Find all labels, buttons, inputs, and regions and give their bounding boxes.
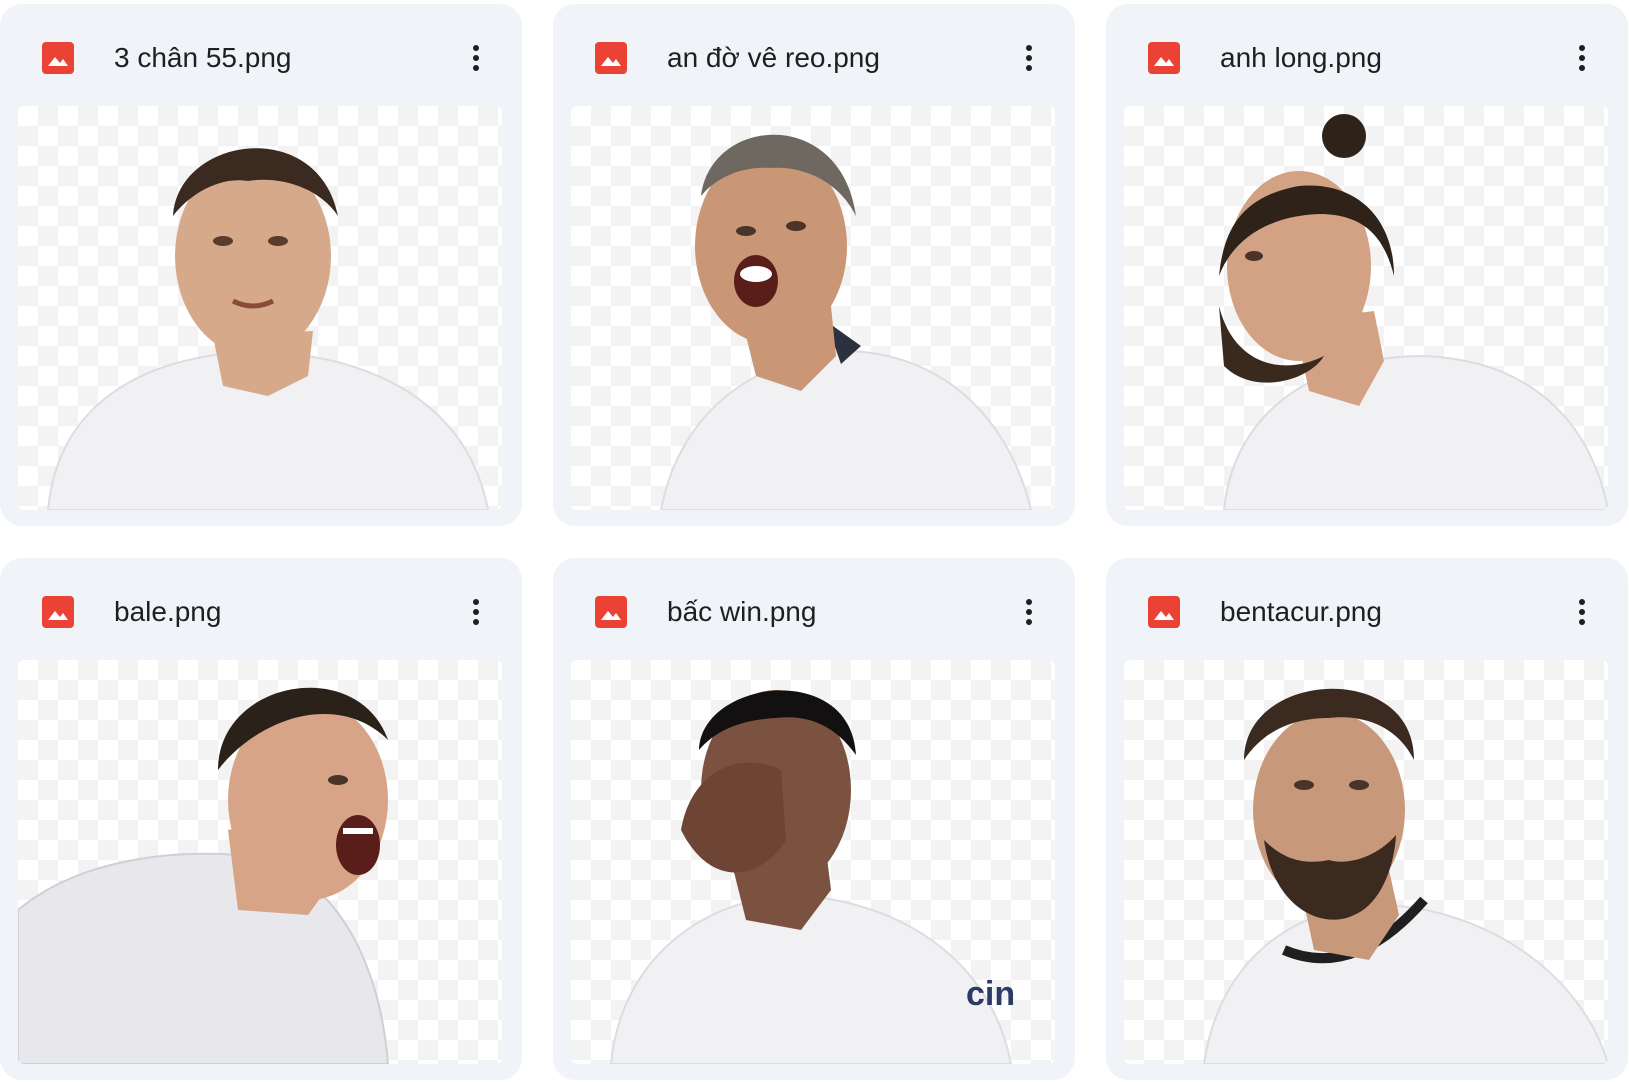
image-thumbnail[interactable] <box>1124 660 1608 1064</box>
file-card-header: bentacur.png <box>1106 558 1628 660</box>
image-file-icon <box>595 596 627 628</box>
image-thumbnail[interactable] <box>18 660 502 1064</box>
image-file-icon <box>1148 42 1180 74</box>
image-file-icon <box>595 42 627 74</box>
svg-text:cin: cin <box>966 975 1015 1013</box>
more-options-button[interactable] <box>1562 34 1602 82</box>
file-name: 3 chân 55.png <box>114 42 292 73</box>
file-card-header: 3 chân 55.png <box>0 4 522 106</box>
player-portrait <box>1219 114 1608 510</box>
player-portrait <box>46 148 490 510</box>
more-vert-icon <box>1579 45 1585 71</box>
more-options-button[interactable] <box>1562 588 1602 636</box>
more-options-button[interactable] <box>1009 34 1049 82</box>
file-name: bấc win.png <box>667 596 817 627</box>
image-file-icon <box>42 596 74 628</box>
file-name: bentacur.png <box>1220 596 1382 627</box>
file-card[interactable]: an đờ vê reo.png <box>553 4 1075 526</box>
file-card[interactable]: anh long.png <box>1106 4 1628 526</box>
image-thumbnail[interactable] <box>571 106 1055 510</box>
player-portrait <box>18 687 390 1064</box>
image-thumbnail[interactable] <box>1124 106 1608 510</box>
image-thumbnail[interactable] <box>18 106 502 510</box>
more-vert-icon <box>1026 45 1032 71</box>
file-card[interactable]: bentacur.png <box>1106 558 1628 1080</box>
more-options-button[interactable] <box>456 34 496 82</box>
image-file-icon <box>1148 596 1180 628</box>
player-portrait: cin <box>609 690 1015 1064</box>
file-card-header: an đờ vê reo.png <box>553 4 1075 106</box>
player-portrait <box>1202 688 1608 1064</box>
more-vert-icon <box>473 599 479 625</box>
file-name: bale.png <box>114 596 222 627</box>
file-card-header: bấc win.png <box>553 558 1075 660</box>
file-card-header: anh long.png <box>1106 4 1628 106</box>
file-name: an đờ vê reo.png <box>667 42 880 73</box>
file-card[interactable]: 3 chân 55.png <box>0 4 522 526</box>
file-name: anh long.png <box>1220 42 1382 73</box>
file-card-header: bale.png <box>0 558 522 660</box>
more-vert-icon <box>1579 599 1585 625</box>
file-card[interactable]: bấc win.png cin <box>553 558 1075 1080</box>
more-vert-icon <box>1026 599 1032 625</box>
more-options-button[interactable] <box>1009 588 1049 636</box>
image-thumbnail[interactable]: cin <box>571 660 1055 1064</box>
more-vert-icon <box>473 45 479 71</box>
player-portrait <box>659 134 1033 510</box>
more-options-button[interactable] <box>456 588 496 636</box>
file-card[interactable]: bale.png <box>0 558 522 1080</box>
image-file-icon <box>42 42 74 74</box>
file-grid: 3 chân 55.png an đờ vê reo.png anh long.… <box>0 0 1629 1082</box>
